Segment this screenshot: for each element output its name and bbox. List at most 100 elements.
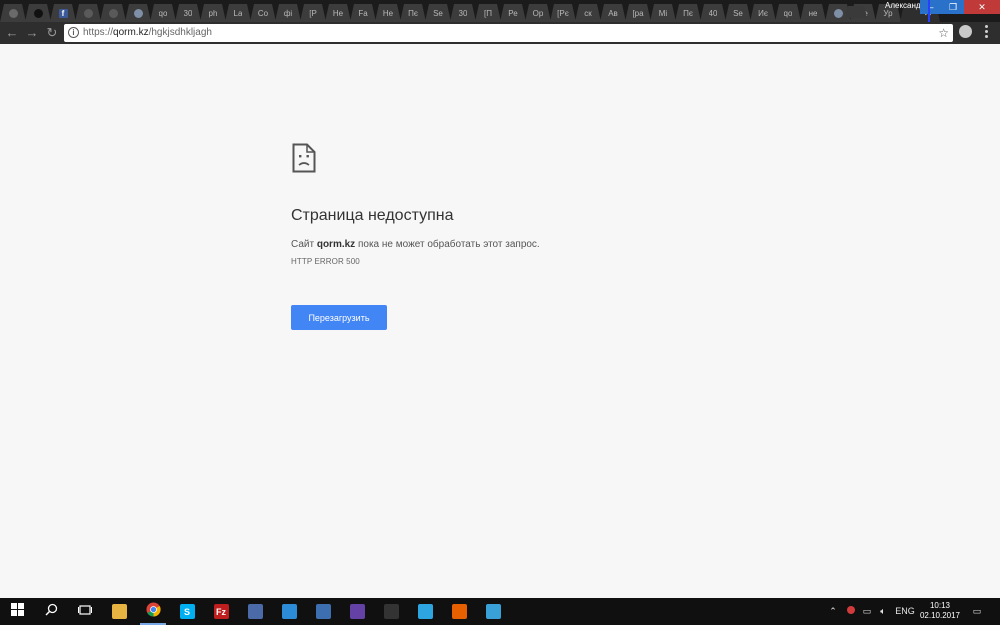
site-info-icon[interactable]: i [68,27,79,38]
tab[interactable]: [ра [625,4,651,22]
chrome-icon [145,601,161,622]
tab-label: Mi [658,8,668,18]
new-tab-button[interactable] [845,6,867,18]
doc-icon [108,8,118,18]
tab[interactable]: qo [150,4,176,22]
task-view-button[interactable] [68,598,102,625]
tab[interactable]: 40 [700,4,726,22]
tab-label: [Р [309,8,317,18]
telegram-app[interactable] [408,598,442,625]
error-title: Страница недоступна [291,207,454,224]
globe-icon [833,8,843,18]
tab[interactable]: не [800,4,826,22]
forward-button[interactable]: → [24,25,40,41]
url-text[interactable]: https://qorm.kz/hgkjsdhkljagh [83,26,212,40]
clock-time: 10:13 [929,601,951,610]
error-description: Сайт qorm.kz пока не может обработать эт… [291,239,540,250]
teamviewer-app[interactable] [272,598,306,625]
clock[interactable]: 10:13 02.10.2017 [916,601,964,621]
bookmark-star-icon[interactable]: ☆ [938,25,949,41]
tab[interactable]: qo [775,4,801,22]
tab-label: 30 [458,8,468,18]
taskbar: S Fz ⌃ ▭ 🔈︎ ENG 10:13 02.10.2017 ▭ [0,598,1000,625]
tab[interactable]: Не [325,4,351,22]
close-window-button[interactable]: ✕ [964,0,1000,14]
back-button[interactable]: ← [4,25,20,41]
address-bar[interactable]: i https://qorm.kz/hgkjsdhkljagh ☆ [64,24,953,42]
tab[interactable]: 30 [175,4,201,22]
skype-app[interactable]: S [170,598,204,625]
language-indicator[interactable]: ENG [893,598,917,625]
tab[interactable]: Пє [400,4,426,22]
tab[interactable]: 30 [450,4,476,22]
tray-app-icon[interactable] [845,598,857,625]
tab-label: не [808,8,818,18]
notifications-icon[interactable]: ▭ [968,598,986,625]
chrome-app[interactable] [136,598,170,625]
tab[interactable]: [П [475,4,501,22]
minimize-button[interactable]: – [920,0,942,14]
browser-menu-icon[interactable] [981,24,991,40]
tab[interactable]: ск [575,4,601,22]
firefox-app[interactable] [442,598,476,625]
doc-icon [83,8,93,18]
tab[interactable]: Ор [525,4,551,22]
tab-label: La [233,8,243,18]
error-code: HTTP ERROR 500 [291,257,360,266]
tab[interactable]: La [225,4,251,22]
tab[interactable] [0,4,26,22]
tab-label: ск [584,8,592,18]
twitch-app[interactable] [340,598,374,625]
tab[interactable]: Иє [750,4,776,22]
reload-icon-button[interactable]: ↻ [44,25,60,41]
tab[interactable]: [Рє [550,4,576,22]
remote-app[interactable] [476,598,510,625]
dark-circle-icon [33,8,43,18]
start-button[interactable] [0,598,34,625]
network-app[interactable] [238,598,272,625]
search-button[interactable] [34,598,68,625]
tray-overflow-chevron[interactable]: ⌃ [826,598,840,625]
tab[interactable]: Fa [350,4,376,22]
tab-label: Не [332,8,344,18]
tab[interactable]: Se [725,4,751,22]
url-host: qorm.kz [113,27,149,38]
tab-label: Ре [508,8,518,18]
tab[interactable] [75,4,101,22]
tab[interactable]: Не [375,4,401,22]
clock-date: 02.10.2017 [919,611,961,620]
tab[interactable] [100,4,126,22]
tab-label: 30 [183,8,193,18]
thunderbird-app[interactable] [306,598,340,625]
reload-button[interactable]: Перезагрузить [291,305,387,330]
tab-label: 40 [708,8,718,18]
tab[interactable]: [Р [300,4,326,22]
error-desc-suffix: пока не может обработать этот запрос. [355,239,540,250]
tab[interactable]: фі [275,4,301,22]
error-desc-prefix: Сайт [291,239,317,250]
teamviewer-icon [281,604,297,619]
filezilla-icon: Fz [213,604,229,619]
tab-label: ph [208,8,218,18]
tab[interactable]: Ре [500,4,526,22]
tab[interactable]: f [50,4,76,22]
filezilla-app[interactable]: Fz [204,598,238,625]
error-page: Страница недоступна Сайт qorm.kz пока не… [0,46,1000,598]
tab[interactable] [25,4,51,22]
extension-icon[interactable] [959,25,972,38]
network-icon [247,604,263,619]
network-icon[interactable]: ▭ [860,598,874,625]
tab[interactable]: Пє [675,4,701,22]
explorer-app[interactable] [102,598,136,625]
tab[interactable]: Co [250,4,276,22]
maximize-button[interactable]: ❐ [942,0,964,14]
terminal-app[interactable] [374,598,408,625]
skype-icon: S [179,604,195,619]
tab[interactable]: Ав [600,4,626,22]
volume-icon[interactable]: 🔈︎ [876,598,890,625]
tab[interactable]: Mi [650,4,676,22]
window-controls: – ❐ ✕ [920,0,1000,14]
tab[interactable]: Se [425,4,451,22]
tab[interactable]: ph [200,4,226,22]
tab[interactable] [125,4,151,22]
